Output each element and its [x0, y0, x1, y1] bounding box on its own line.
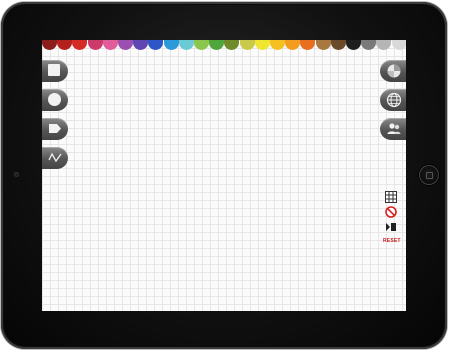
color-swatch[interactable] [239, 40, 255, 50]
color-swatch[interactable] [300, 40, 316, 50]
color-swatch[interactable] [376, 40, 392, 50]
circle-tool-icon [48, 93, 61, 106]
color-swatch[interactable] [87, 40, 103, 50]
color-swatch[interactable] [118, 40, 133, 50]
color-swatch[interactable] [178, 40, 194, 50]
color-swatch[interactable] [330, 40, 346, 50]
color-swatch[interactable] [285, 40, 301, 50]
color-swatch[interactable] [72, 40, 88, 50]
people-icon [387, 123, 401, 134]
color-swatch[interactable] [254, 40, 270, 50]
color-picker-icon [387, 64, 401, 78]
color-swatch[interactable] [224, 40, 240, 50]
globe-button[interactable] [380, 89, 406, 111]
grid-toggle-icon[interactable] [385, 191, 397, 203]
globe-icon [386, 92, 402, 108]
home-button[interactable] [419, 165, 439, 185]
color-swatch[interactable] [133, 40, 149, 50]
people-button[interactable] [380, 118, 406, 140]
reset-button[interactable]: RESET [383, 238, 401, 244]
color-swatch[interactable] [163, 40, 179, 50]
color-swatch[interactable] [315, 40, 331, 50]
rectangle-tool-icon [48, 64, 60, 76]
front-camera [14, 172, 19, 177]
rectangle-tool-button[interactable] [42, 60, 68, 82]
circle-tool-button[interactable] [42, 89, 68, 111]
color-swatch[interactable] [209, 40, 225, 50]
color-swatch[interactable] [148, 40, 164, 50]
no-entry-icon[interactable] [385, 206, 397, 218]
color-swatch[interactable] [361, 40, 377, 50]
freehand-line-tool-icon [48, 152, 62, 163]
tag-shape-tool-icon [49, 124, 61, 133]
drawing-canvas[interactable]: RESET [42, 40, 406, 311]
color-swatch[interactable] [102, 40, 118, 50]
play-stop-icon[interactable] [385, 222, 397, 232]
color-palette [42, 40, 406, 51]
tag-shape-tool-button[interactable] [42, 118, 68, 140]
freehand-line-tool-button[interactable] [42, 147, 68, 169]
color-swatch[interactable] [57, 40, 73, 50]
color-swatch[interactable] [270, 40, 285, 50]
color-swatch[interactable] [42, 40, 57, 50]
color-swatch[interactable] [391, 40, 406, 50]
color-swatch[interactable] [194, 40, 209, 50]
color-swatch[interactable] [346, 40, 361, 50]
tablet-bezel: RESET [1, 2, 447, 349]
color-picker-button[interactable] [380, 60, 406, 82]
